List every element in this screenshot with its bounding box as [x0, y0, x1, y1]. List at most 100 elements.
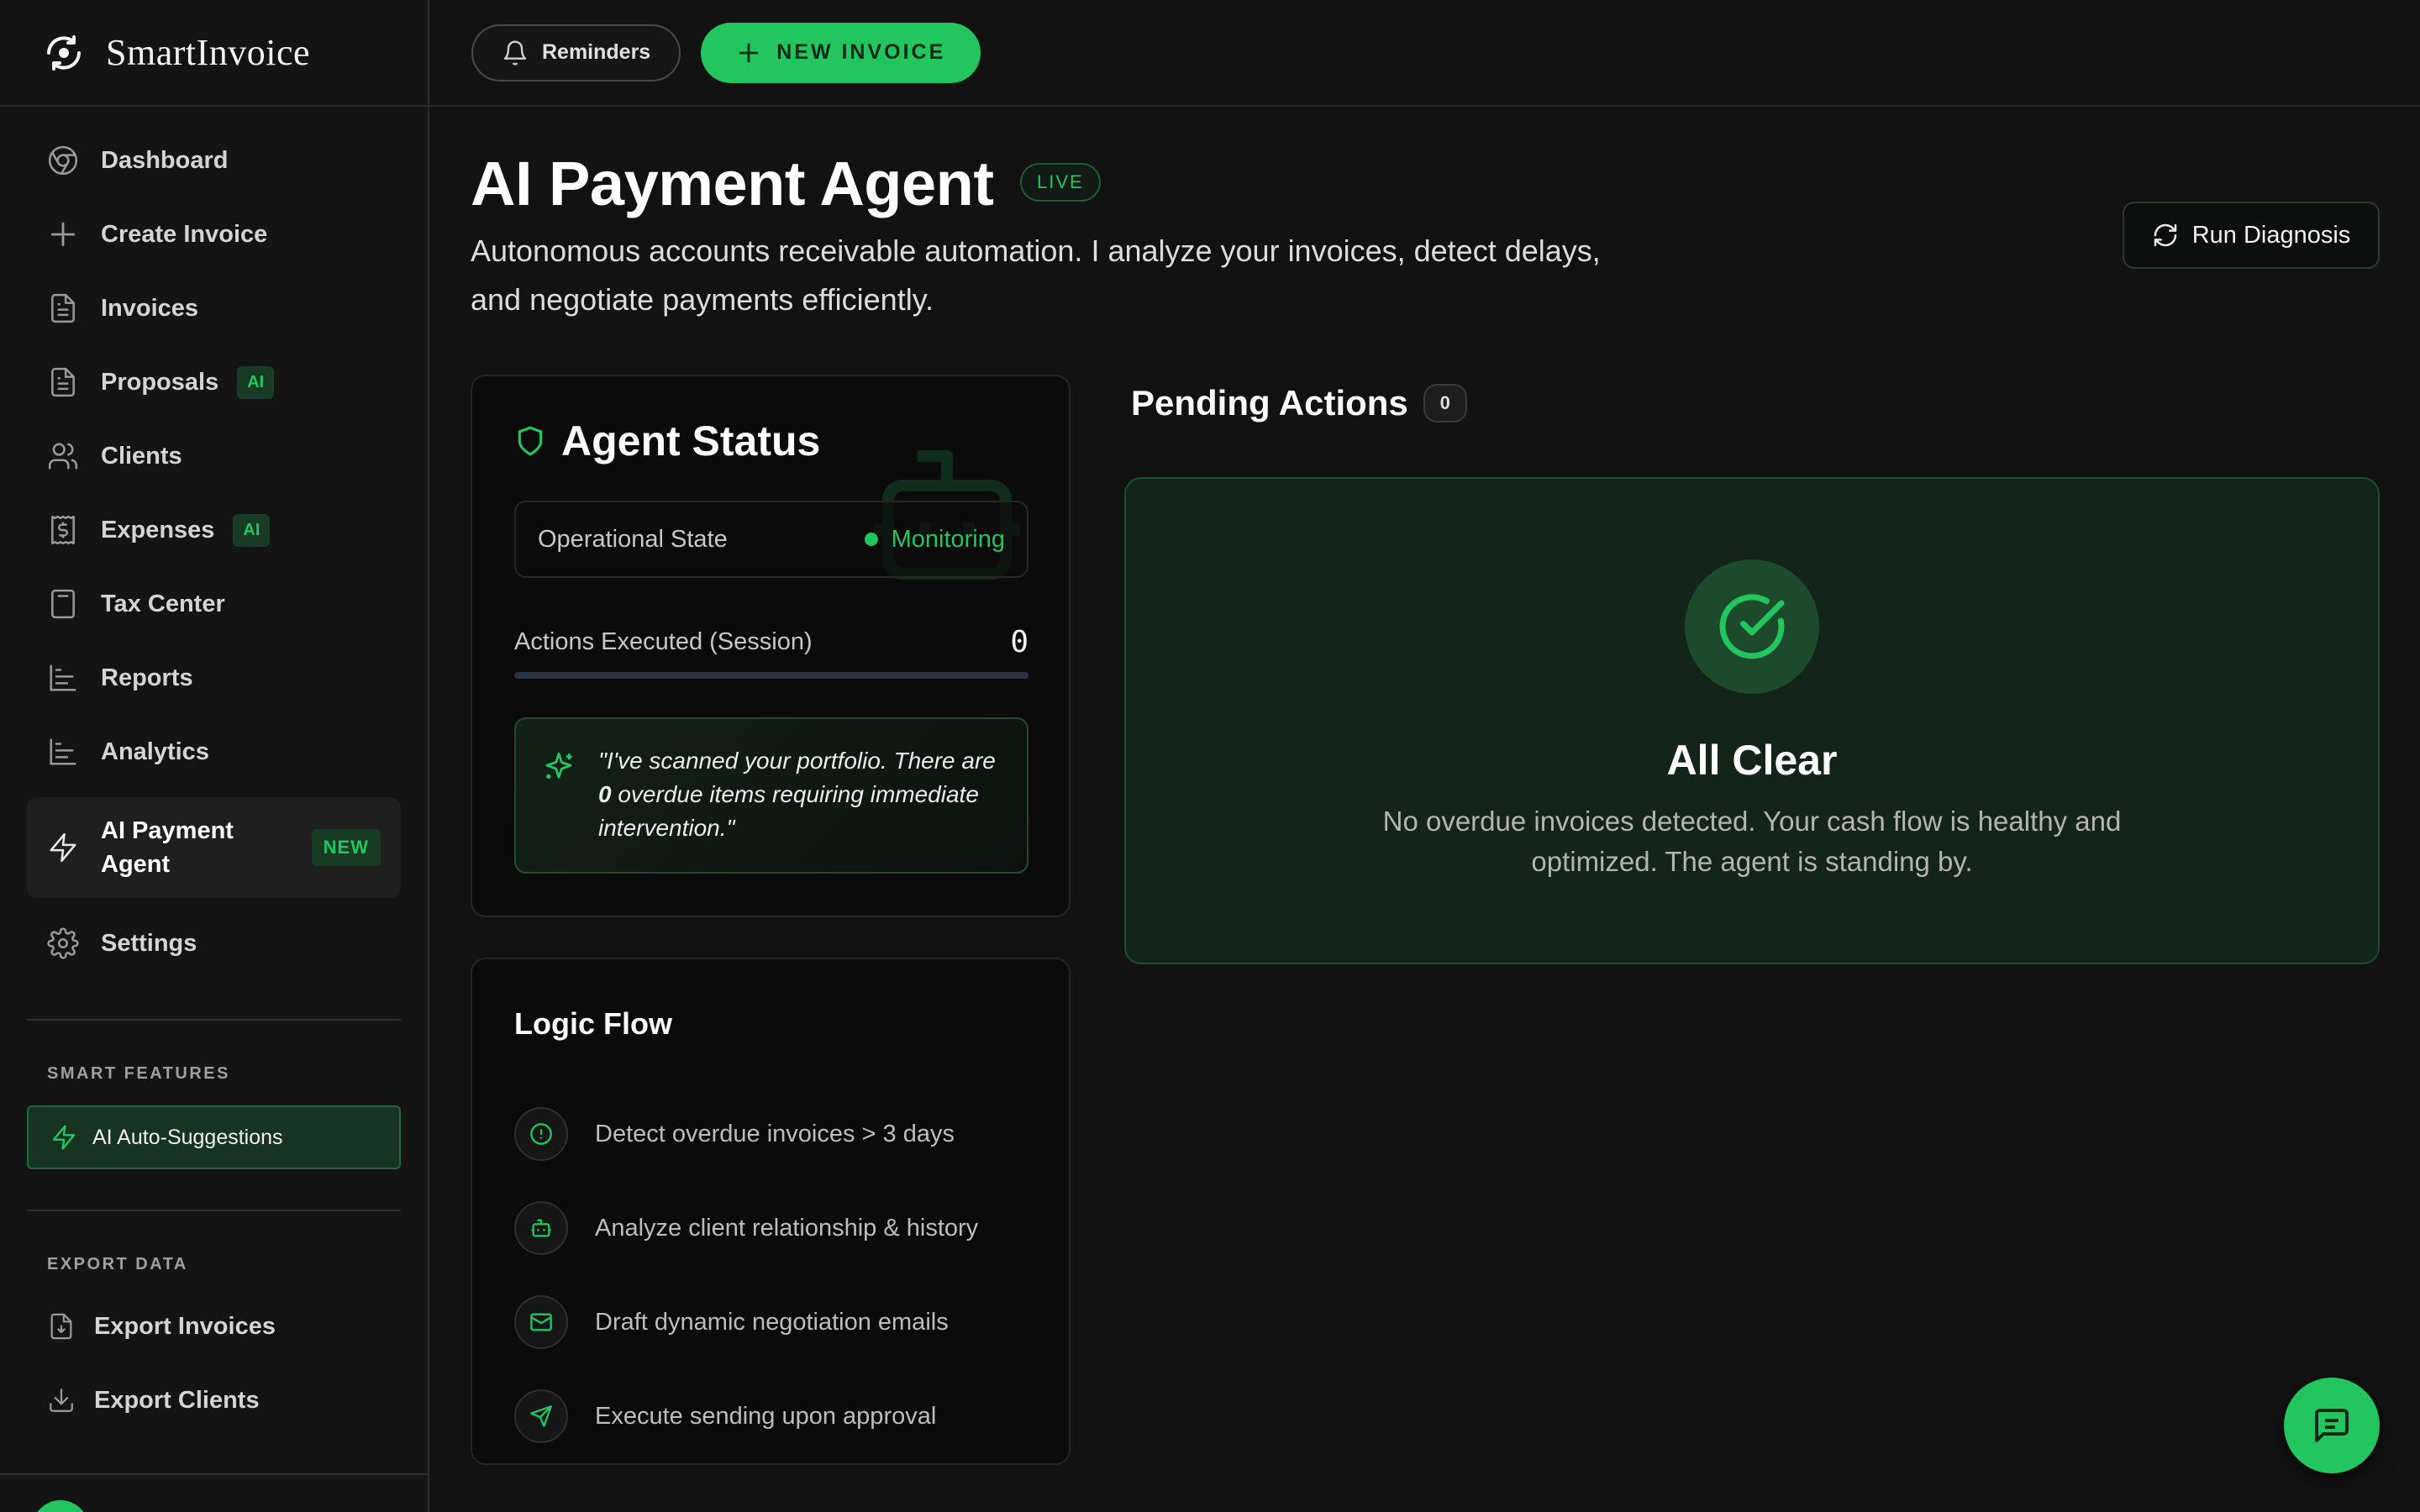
sidebar-divider	[27, 1019, 401, 1021]
export-clients-label: Export Clients	[94, 1386, 260, 1414]
sidebar-item-analytics[interactable]: Analytics	[27, 715, 401, 789]
reminders-label: Reminders	[542, 40, 651, 64]
sidebar-nav: Dashboard Create Invoice Invoices Propos…	[0, 107, 428, 980]
zap-icon	[47, 832, 79, 864]
logic-flow-step-label: Detect overdue invoices > 3 days	[595, 1120, 955, 1147]
file-text-icon	[47, 292, 79, 324]
list-item: Analyze client relationship & history	[514, 1181, 978, 1275]
overdue-count: 0	[598, 781, 612, 807]
agent-message-part: "I've scanned your portfolio. There are	[598, 748, 996, 774]
ai-auto-suggestions-label: AI Auto-Suggestions	[92, 1125, 283, 1149]
new-invoice-label: NEW INVOICE	[776, 40, 946, 64]
zap-icon	[50, 1124, 77, 1151]
live-badge: LIVE	[1020, 163, 1101, 202]
file-download-icon	[47, 1312, 76, 1341]
list-item: Detect overdue invoices > 3 days	[514, 1087, 978, 1181]
sidebar-item-label: Create Invoice	[101, 220, 268, 248]
all-clear-title: All Clear	[1666, 737, 1838, 784]
export-invoices-label: Export Invoices	[94, 1312, 276, 1340]
sidebar-item-label: Proposals	[101, 368, 219, 396]
agent-status-card: Agent Status Operational State Monitorin…	[471, 375, 1071, 917]
bell-icon	[502, 39, 529, 66]
run-diagnosis-label: Run Diagnosis	[2191, 221, 2351, 249]
new-invoice-button[interactable]: NEW INVOICE	[701, 22, 981, 83]
send-icon	[514, 1389, 568, 1443]
pending-actions-header: Pending Actions 0	[1131, 383, 1467, 423]
avatar[interactable]	[32, 1500, 89, 1512]
sidebar-item-clients[interactable]: Clients	[27, 419, 401, 493]
agent-message-part: overdue items requiring immediate interv…	[598, 781, 979, 841]
bot-icon	[514, 1201, 568, 1255]
agent-status-title: Agent Status	[561, 417, 821, 465]
users-icon	[47, 440, 79, 472]
page-title: AI Payment Agent	[471, 149, 994, 218]
shield-icon	[514, 425, 546, 457]
sidebar-item-label: Dashboard	[101, 146, 229, 174]
export-invoices-button[interactable]: Export Invoices	[0, 1289, 428, 1363]
sidebar-item-label: Clients	[101, 442, 182, 470]
agent-message-box: "I've scanned your portfolio. There are …	[514, 717, 1028, 874]
mail-icon	[514, 1295, 568, 1349]
sidebar-item-proposals[interactable]: Proposals AI	[27, 345, 401, 419]
gear-icon	[47, 927, 79, 959]
all-clear-card: All Clear No overdue invoices detected. …	[1124, 477, 2380, 964]
calculator-icon	[47, 588, 79, 620]
pending-actions-title: Pending Actions	[1131, 383, 1408, 423]
actions-executed-row: Actions Executed (Session) 0	[514, 625, 1028, 659]
sidebar: SmartInvoice Dashboard Create Invoice In…	[0, 0, 429, 1512]
plus-icon	[47, 218, 79, 250]
sidebar-item-tax-center[interactable]: Tax Center	[27, 567, 401, 641]
brand-name: SmartInvoice	[106, 32, 311, 73]
sidebar-item-label: Settings	[101, 929, 197, 957]
sidebar-divider	[0, 1473, 428, 1475]
sidebar-item-ai-payment-agent[interactable]: AI Payment Agent NEW	[27, 797, 401, 898]
operational-state-value: Monitoring	[864, 525, 1005, 554]
all-clear-text: No overdue invoices detected. Your cash …	[1382, 806, 2122, 877]
sidebar-item-reports[interactable]: Reports	[27, 641, 401, 715]
sidebar-item-label: Invoices	[101, 294, 199, 322]
ai-auto-suggestions-button[interactable]: AI Auto-Suggestions	[27, 1105, 401, 1169]
new-badge: NEW	[311, 829, 381, 866]
logic-flow-title: Logic Flow	[514, 1006, 672, 1041]
ai-badge: AI	[237, 365, 275, 399]
actions-progress-bar	[514, 672, 1028, 679]
sparkles-icon	[541, 749, 576, 785]
download-icon	[47, 1386, 76, 1415]
sidebar-item-settings[interactable]: Settings	[27, 906, 401, 980]
sidebar-item-label: Tax Center	[101, 590, 225, 617]
list-item: Draft dynamic negotiation emails	[514, 1275, 978, 1369]
reminders-button[interactable]: Reminders	[471, 24, 681, 81]
sidebar-item-expenses[interactable]: Expenses AI	[27, 493, 401, 567]
chat-button[interactable]	[2284, 1378, 2380, 1473]
agent-status-header: Agent Status	[514, 417, 820, 465]
sidebar-item-label: Reports	[101, 664, 193, 691]
list-item: Execute sending upon approval	[514, 1369, 978, 1463]
sidebar-item-label: Expenses	[101, 516, 215, 543]
agent-message: "I've scanned your portfolio. There are …	[598, 744, 1010, 845]
ai-badge: AI	[233, 513, 271, 547]
brand-logo-icon	[40, 29, 87, 76]
bar-chart-icon	[47, 662, 79, 694]
logic-flow-step-label: Draft dynamic negotiation emails	[595, 1308, 949, 1336]
sidebar-item-create-invoice[interactable]: Create Invoice	[27, 197, 401, 271]
operational-state-text: Monitoring	[891, 525, 1005, 553]
sidebar-item-dashboard[interactable]: Dashboard	[27, 123, 401, 197]
export-data-title: EXPORT DATA	[47, 1255, 188, 1273]
run-diagnosis-button[interactable]: Run Diagnosis	[2123, 202, 2380, 269]
status-dot	[864, 533, 878, 546]
export-clients-button[interactable]: Export Clients	[0, 1363, 428, 1437]
sidebar-divider	[27, 1210, 401, 1211]
logic-flow-step-label: Execute sending upon approval	[595, 1402, 937, 1430]
receipt-icon	[47, 514, 79, 546]
actions-executed-label: Actions Executed (Session)	[514, 628, 813, 655]
sidebar-item-invoices[interactable]: Invoices	[27, 271, 401, 345]
logic-flow-step-label: Analyze client relationship & history	[595, 1214, 979, 1242]
pending-count-badge: 0	[1423, 384, 1467, 423]
sidebar-item-label: AI Payment Agent	[101, 817, 234, 878]
topbar: Reminders NEW INVOICE	[429, 0, 2420, 107]
plus-icon	[736, 40, 761, 66]
page-subtitle: Autonomous accounts receivable automatio…	[471, 234, 1601, 317]
message-square-icon	[2315, 1409, 2349, 1442]
bar-chart-icon	[47, 736, 79, 768]
brand[interactable]: SmartInvoice	[0, 0, 428, 107]
